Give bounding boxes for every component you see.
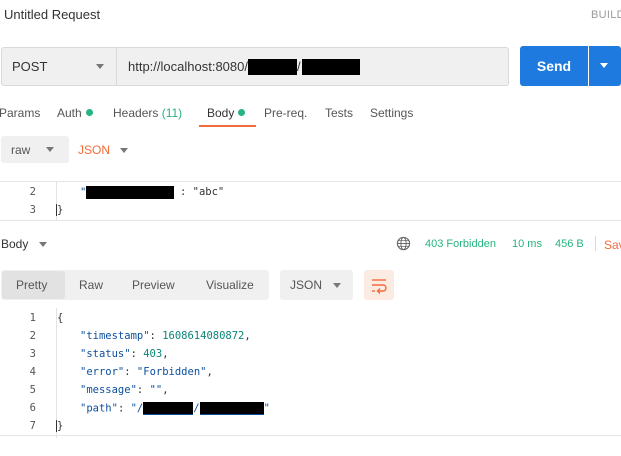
line-number: 3 [29,204,36,216]
divider [0,435,621,436]
code-line: "error": "Forbidden", [80,366,213,378]
response-body-toggle[interactable]: Body [1,237,47,251]
status-badge[interactable]: 403 Forbidden [425,238,496,250]
url-prefix: http://localhost:8080/ [128,59,248,74]
view-tab-pretty[interactable]: Pretty [16,278,47,292]
line-number: 1 [29,312,36,324]
headers-count: (11) [161,106,183,120]
code-value: : "abc" [180,186,225,198]
tab-tests[interactable]: Tests [325,106,353,120]
status-dot-icon [238,109,246,116]
code-line: "timestamp": 1608614080872, [80,330,251,342]
body-type-select[interactable]: JSON [78,143,128,157]
redacted-block [86,186,175,199]
response-format-select[interactable]: JSON [280,270,353,300]
line-number: 7 [29,420,36,432]
view-tab-raw[interactable]: Raw [79,278,103,292]
code-line: } [56,420,64,432]
method-label: POST [12,59,48,74]
method-select[interactable]: POST [1,47,117,86]
response-body-viewer[interactable]: 1 { 2 "timestamp": 1608614080872, 3 "sta… [0,308,621,438]
code-line: "path": "// " [80,402,270,415]
view-tab-visualize[interactable]: Visualize [206,278,254,292]
request-title[interactable]: Untitled Request [4,7,100,22]
url-separator: / [296,59,301,74]
chevron-down-icon [96,64,104,69]
response-size[interactable]: 456 B [555,238,584,250]
url-input[interactable]: http://localhost:8080/ / [117,47,509,86]
tab-label: Settings [370,106,414,120]
redacted-block [199,402,264,415]
tab-label: Auth [57,106,82,120]
tab-label: Tests [325,106,354,120]
response-view-tabs: Pretty Raw Preview Visualize [1,270,269,300]
chevron-down-icon [333,283,341,288]
tab-label: Pre-req. [264,106,308,120]
line-number: 5 [29,384,36,396]
view-tab-preview[interactable]: Preview [132,278,175,292]
response-body-label: Body [1,237,29,251]
tab-auth[interactable]: Auth [57,106,93,120]
line-number: 3 [29,348,36,360]
format-label: JSON [290,278,323,292]
redacted-block [143,402,194,415]
chevron-down-icon [600,63,608,68]
line-number: 2 [29,186,36,198]
wrap-lines-icon [372,279,387,294]
code-line: "status": 403, [80,348,169,360]
tab-label: Body [207,106,235,120]
response-time[interactable]: 10 ms [512,238,542,250]
code-line: " [80,186,175,199]
body-mode-label: raw [11,142,31,157]
line-number: 4 [29,366,36,378]
send-button[interactable]: Send [520,46,588,86]
body-type-label: JSON [78,143,111,157]
active-tab-indicator [199,125,256,127]
tab-headers[interactable]: Headers (11) [113,106,182,120]
save-response-button[interactable]: Save [604,238,621,252]
tab-params[interactable]: Params [0,106,40,120]
status-dot-icon [85,109,93,116]
body-mode-select[interactable]: raw [1,136,69,163]
divider [595,236,596,251]
request-body-editor[interactable]: 2 " : "abc" 3 } [0,181,621,221]
tab-label: Params [0,106,41,120]
tab-settings[interactable]: Settings [370,106,413,120]
gutter-divider [56,308,57,438]
send-dropdown-button[interactable] [589,46,621,86]
chevron-down-icon [120,148,128,153]
build-button[interactable]: BUILD [591,9,621,21]
line-number: 2 [29,330,36,342]
redacted-block [301,58,360,75]
chevron-down-icon [39,242,47,247]
code-line: { [57,312,64,324]
code-line: "message": "", [80,384,169,396]
tab-pre-request[interactable]: Pre-req. [264,106,307,120]
redacted-block [247,58,297,75]
globe-icon[interactable] [396,236,411,251]
tab-label: Headers [113,106,159,120]
tab-body[interactable]: Body [207,106,246,120]
wrap-lines-button[interactable] [364,270,394,300]
chevron-down-icon [46,147,54,152]
line-number: 6 [29,402,36,414]
code-line: } [56,204,64,216]
